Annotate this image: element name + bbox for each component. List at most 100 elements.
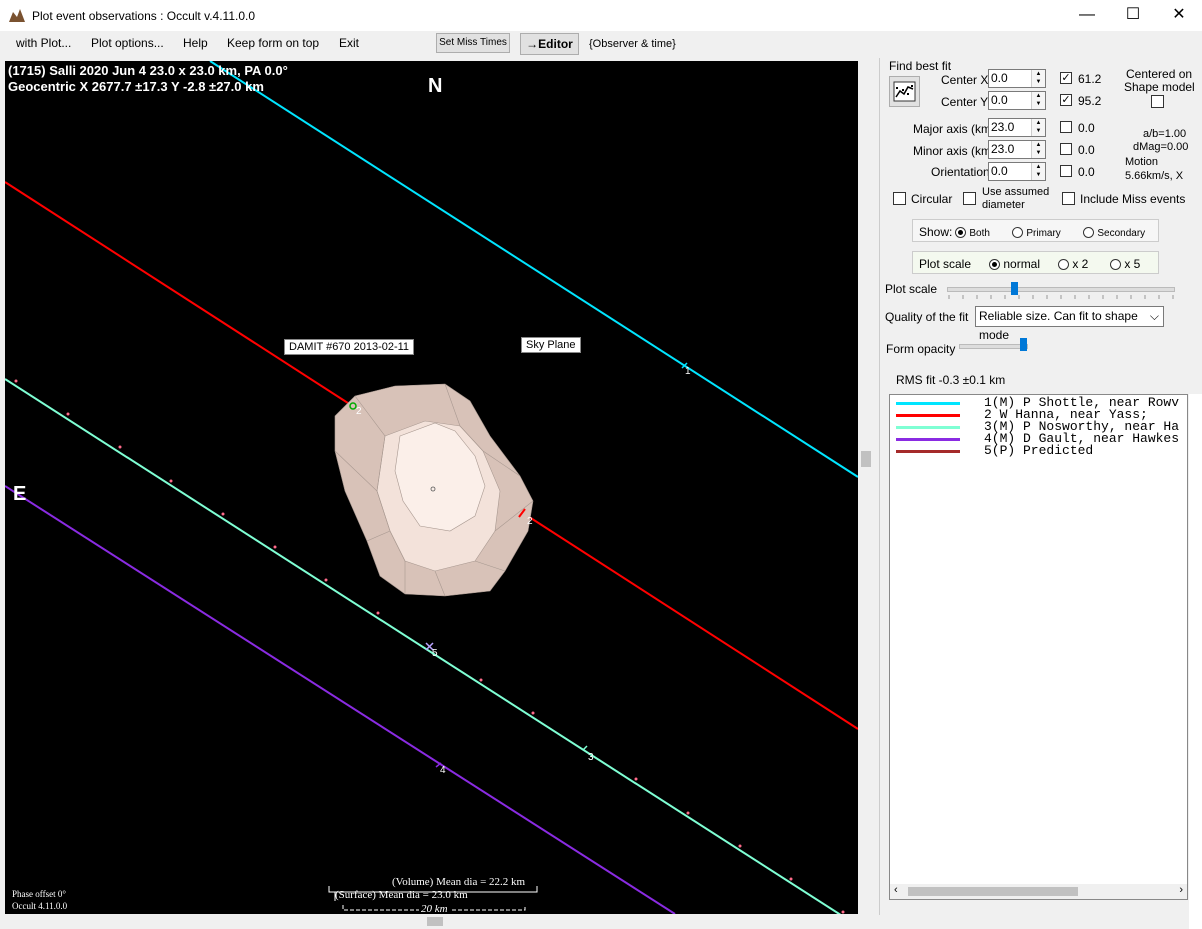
legend-swatch-5 (896, 450, 960, 453)
vscroll-thumb[interactable] (861, 451, 871, 467)
scale-x2-option[interactable]: x 2 (1058, 257, 1088, 271)
fit-chart-icon (893, 81, 916, 102)
include-miss-checkbox[interactable] (1062, 192, 1075, 205)
menu-with-plot[interactable]: with Plot... (16, 36, 71, 50)
chord-label-1: 1 (685, 366, 691, 377)
form-opacity-label: Form opacity (886, 342, 956, 356)
center-x-checkbox[interactable]: ✓ (1060, 72, 1072, 84)
center-x-spinner[interactable]: ▲ ▼ (1031, 70, 1045, 87)
scale-x5-label: x 5 (1124, 257, 1141, 271)
major-axis-input[interactable]: 23.0 ▲ ▼ (988, 118, 1046, 137)
plot-scale-slider-label: Plot scale (885, 282, 938, 296)
dmag-value: dMag=0.00 (1133, 141, 1189, 153)
major-axis-spinner[interactable]: ▲ ▼ (1031, 119, 1045, 136)
legend-scroll-thumb[interactable] (908, 887, 1078, 896)
orientation-fit-value: 0.0 (1078, 165, 1095, 179)
plot-scale-group: Plot scale normal x 2 x 5 (912, 251, 1159, 274)
chord-line-2-east (522, 512, 858, 730)
title-bar: Plot event observations : Occult v.4.11.… (0, 0, 1202, 31)
show-primary-option[interactable]: Primary (1012, 225, 1061, 239)
menu-exit[interactable]: Exit (339, 36, 359, 50)
version-label: Occult 4.11.0.0 (12, 901, 68, 911)
window-title: Plot event observations : Occult v.4.11.… (32, 9, 256, 23)
form-opacity-slider-thumb[interactable] (1020, 338, 1027, 351)
legend-horizontal-scrollbar[interactable]: ‹ › (890, 884, 1187, 899)
scale-x5-option[interactable]: x 5 (1110, 257, 1140, 271)
shape-model-checkbox[interactable] (1151, 95, 1164, 108)
minimize-button[interactable]: — (1064, 0, 1110, 31)
menu-keep-on-top[interactable]: Keep form on top (227, 36, 319, 50)
show-secondary-radio[interactable] (1083, 227, 1094, 239)
plot-canvas[interactable]: (1715) Salli 2020 Jun 4 23.0 x 23.0 km, … (5, 61, 858, 914)
form-opacity-slider[interactable] (959, 344, 1028, 349)
minor-axis-value: 23.0 (991, 142, 1015, 156)
major-axis-checkbox[interactable] (1060, 121, 1072, 133)
use-assumed-checkbox[interactable] (963, 192, 976, 205)
quality-dropdown[interactable]: Reliable size. Can fit to shape mode ⌵ (975, 306, 1164, 342)
scale-normal-option[interactable]: normal (989, 257, 1040, 271)
maximize-button[interactable]: ☐ (1110, 0, 1156, 31)
show-both-option[interactable]: Both (955, 225, 990, 239)
plot-horizontal-scrollbar[interactable] (5, 914, 858, 929)
chord-label-2b: 2 (527, 516, 533, 527)
show-secondary-option[interactable]: Secondary (1083, 225, 1145, 239)
observer-time-label[interactable]: {Observer & time} (589, 38, 676, 50)
plot-scale-slider-thumb[interactable] (1011, 282, 1018, 295)
chord-line-4 (5, 485, 676, 914)
show-secondary-label: Secondary (1097, 228, 1146, 239)
orientation-spinner[interactable]: ▲ ▼ (1031, 163, 1045, 180)
center-x-input[interactable]: 0.0 ▲ ▼ (988, 69, 1046, 88)
hscroll-thumb[interactable] (427, 917, 443, 926)
find-best-fit-button[interactable] (889, 76, 920, 107)
show-label: Show: (919, 225, 953, 239)
scale-x2-radio[interactable] (1058, 259, 1069, 271)
legend-text-5: 5(P) Predicted (984, 443, 1094, 458)
plot-vertical-scrollbar[interactable] (858, 61, 875, 914)
set-miss-times-button[interactable]: Set Miss Times (436, 33, 510, 53)
show-both-radio[interactable] (955, 227, 966, 239)
minor-axis-spinner[interactable]: ▲ ▼ (1031, 141, 1045, 158)
observer-legend-list[interactable]: 1(M) P Shottle, near Rowv 2 W Hanna, nea… (889, 394, 1188, 900)
chord-label-2a: 2 (356, 406, 362, 417)
minor-axis-checkbox[interactable] (1060, 143, 1072, 155)
major-axis-label: Major axis (km) (913, 122, 996, 136)
circular-checkbox[interactable] (893, 192, 906, 205)
center-y-input[interactable]: 0.0 ▲ ▼ (988, 91, 1046, 110)
scroll-right-icon[interactable]: › (1179, 884, 1183, 896)
legend-swatch-1 (896, 402, 960, 405)
north-label: N (428, 75, 443, 97)
plot-scale-slider[interactable] (947, 287, 1175, 292)
chevron-down-icon: ⌵ (1149, 309, 1159, 323)
close-button[interactable]: ✕ (1156, 0, 1202, 31)
minor-axis-input[interactable]: 23.0 ▲ ▼ (988, 140, 1046, 159)
center-x-value: 0.0 (991, 71, 1008, 85)
center-y-checkbox[interactable]: ✓ (1060, 94, 1072, 106)
scale-normal-radio[interactable] (989, 259, 1000, 271)
scroll-left-icon[interactable]: ‹ (894, 884, 898, 896)
quality-label: Quality of the fit (885, 310, 969, 324)
plot-header-line1: (1715) Salli 2020 Jun 4 23.0 x 23.0 km, … (8, 63, 288, 78)
menu-plot-options[interactable]: Plot options... (91, 36, 164, 50)
chord-line-2-west (5, 181, 352, 406)
center-y-spinner[interactable]: ▲ ▼ (1031, 92, 1045, 109)
center-y-fit-value: 95.2 (1078, 94, 1102, 108)
plot-svg (5, 61, 858, 914)
show-both-label: Both (969, 228, 990, 239)
major-axis-fit-value: 0.0 (1078, 121, 1095, 135)
shape-model (334, 383, 534, 597)
editor-button[interactable]: →Editor (520, 33, 579, 55)
chord-label-3: 3 (588, 752, 594, 763)
scale-x5-radio[interactable] (1110, 259, 1121, 271)
center-y-label: Center Y (941, 95, 989, 109)
menu-help[interactable]: Help (183, 36, 208, 50)
menu-bar: with Plot... Plot options... Help Keep f… (0, 31, 1202, 58)
app-icon (9, 9, 25, 22)
orientation-input[interactable]: 0.0 ▲ ▼ (988, 162, 1046, 181)
legend-swatch-4 (896, 438, 960, 441)
volume-dia: (Volume) Mean dia = 22.2 km (392, 876, 526, 888)
orientation-checkbox[interactable] (1060, 165, 1072, 177)
minor-axis-label: Minor axis (km) (913, 144, 996, 158)
east-label: E (13, 483, 27, 505)
show-primary-radio[interactable] (1012, 227, 1023, 239)
chord-label-4: 4 (440, 765, 446, 776)
